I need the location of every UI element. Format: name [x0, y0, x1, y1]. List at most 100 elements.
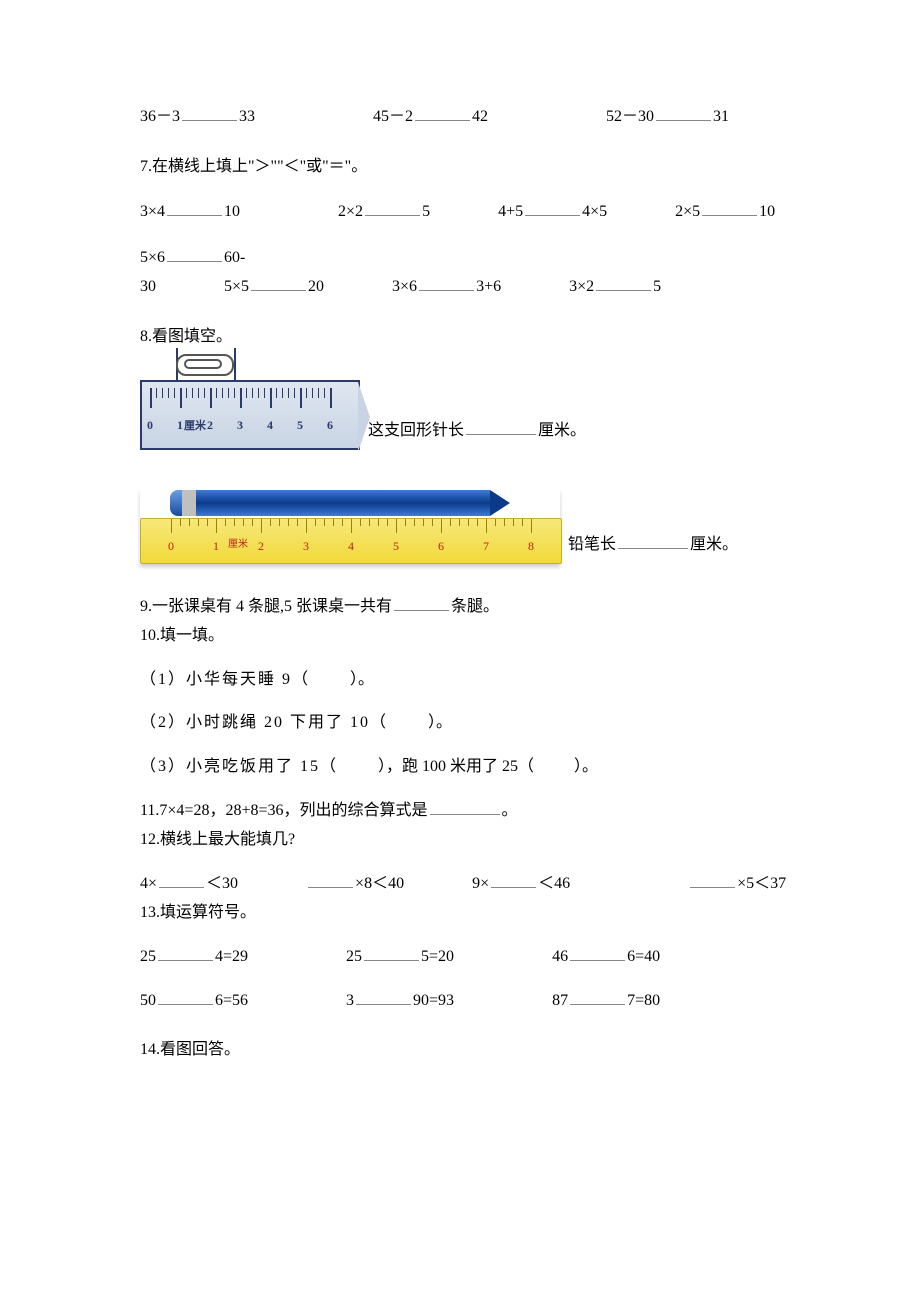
- lhs: 25: [346, 948, 362, 965]
- q6-row: 36－333 45－242 52－3031: [140, 104, 800, 130]
- post: ×8＜40: [355, 875, 404, 892]
- q13-row1: 254=29 25 5=20 466=40: [140, 944, 800, 970]
- fill-blank[interactable]: [466, 418, 536, 435]
- rhs: 3+6: [476, 278, 501, 295]
- q7-row2a: 5×660-: [140, 245, 800, 271]
- lhs: 50: [140, 992, 156, 1009]
- q13-title: 13.填运算符号。: [140, 900, 800, 926]
- fill-blank[interactable]: [415, 104, 470, 121]
- rhs: 7=80: [627, 992, 660, 1009]
- text: ），跑 100 米用了 25（: [378, 758, 534, 775]
- post: ×5＜37: [737, 875, 786, 892]
- fill-blank[interactable]: [308, 871, 353, 888]
- lhs: 3: [346, 992, 354, 1009]
- lhs: 4+5: [498, 203, 523, 220]
- rhs: 42: [472, 108, 488, 125]
- q13-item: 390=93: [346, 988, 454, 1014]
- paperclip-caption: 这支回形针长厘米。: [368, 418, 586, 450]
- q13-item: 466=40: [552, 944, 660, 970]
- fill-blank[interactable]: [167, 245, 222, 262]
- text: ）。: [428, 714, 452, 731]
- rhs: 33: [239, 108, 255, 125]
- fill-blank[interactable]: [702, 199, 757, 216]
- rhs: 10: [759, 203, 775, 220]
- text: （1）小华每天睡 9（: [140, 671, 310, 688]
- pencil-caption: 铅笔长 厘米。: [568, 532, 738, 564]
- ruler-wedge: [358, 382, 370, 452]
- fill-blank[interactable]: [525, 199, 580, 216]
- fill-blank[interactable]: [430, 798, 500, 815]
- fill-blank[interactable]: [618, 532, 688, 549]
- fill-blank[interactable]: [596, 274, 651, 291]
- q6-item-2: 45－2 42: [373, 104, 488, 130]
- fill-blank[interactable]: [159, 871, 204, 888]
- q13-item: 87 7=80: [552, 988, 660, 1014]
- caption-unit: 厘米。: [690, 536, 738, 553]
- text: ）。: [574, 758, 598, 775]
- q11-text: 11.7×4=28，28+8=36，列出的综合算式是: [140, 802, 428, 819]
- lhs: 3×2: [569, 278, 594, 295]
- fill-blank[interactable]: [394, 594, 449, 611]
- ruler-1: 0123456厘米: [140, 380, 360, 450]
- q13-item: 25 5=20: [346, 944, 454, 970]
- q7-row2b: 30 5×520 3×63+6 3×25: [140, 274, 800, 300]
- fill-blank[interactable]: [158, 944, 213, 961]
- fill-blank[interactable]: [365, 199, 420, 216]
- caption-unit: 厘米。: [538, 422, 586, 439]
- q7-item: 2×25: [338, 199, 430, 225]
- q13-item: 254=29: [140, 944, 248, 970]
- q6-item-1: 36－333: [140, 104, 255, 130]
- q12-item: ×8＜40: [306, 871, 404, 897]
- fill-blank[interactable]: [570, 944, 625, 961]
- lhs: 25: [140, 948, 156, 965]
- ruler-2: 012345678厘米: [140, 518, 562, 564]
- fill-blank[interactable]: [570, 988, 625, 1005]
- fill-blank[interactable]: [251, 274, 306, 291]
- lhs: 3×4: [140, 203, 165, 220]
- expr: 45－2: [373, 108, 413, 125]
- caption-text: 铅笔长: [568, 536, 616, 553]
- fill-blank[interactable]: [182, 104, 237, 121]
- rhs: 4×5: [582, 203, 607, 220]
- q10-item-2: （2）小时跳绳 20 下用了 10（）。: [140, 710, 800, 736]
- q11-tail: 。: [502, 802, 518, 819]
- q7-row1: 3×4 10 2×25 4+5 4×5 2×5 10: [140, 199, 800, 225]
- rhs: 31: [713, 108, 729, 125]
- fill-blank[interactable]: [356, 988, 411, 1005]
- rhs: 5: [653, 278, 661, 295]
- q7-item: 5×5 20: [224, 274, 324, 300]
- fill-blank[interactable]: [491, 871, 536, 888]
- fill-blank[interactable]: [656, 104, 711, 121]
- text: （3）小亮吃饭用了 15（: [140, 758, 338, 775]
- lhs: 5×5: [224, 278, 249, 295]
- q7-title: 7.在横线上填上"＞""＜"或"＝"。: [140, 154, 800, 180]
- rhs: 20: [308, 278, 324, 295]
- fill-blank[interactable]: [364, 944, 419, 961]
- q12-row: 4×＜30 ×8＜40 9×＜46 ×5＜37: [140, 871, 800, 897]
- q9-text: 9.一张课桌有 4 条腿,5 张课桌一共有: [140, 598, 392, 615]
- rhs: 60-: [224, 249, 245, 266]
- q11: 11.7×4=28，28+8=36，列出的综合算式是 。: [140, 798, 800, 824]
- lhs: 87: [552, 992, 568, 1009]
- pencil-icon: [170, 490, 510, 516]
- q7-item: 3×63+6: [392, 274, 501, 300]
- q13-row2: 506=56 390=93 877=80: [140, 988, 800, 1014]
- lhs: 2×2: [338, 203, 363, 220]
- rhs: 6=40: [627, 948, 660, 965]
- pencil-ruler-figure: 012345678厘米 铅笔长 厘米。: [140, 490, 800, 564]
- fill-blank[interactable]: [167, 199, 222, 216]
- lhs: 2×5: [675, 203, 700, 220]
- q12-title: 12.横线上最大能填几?: [140, 827, 800, 853]
- pre: 9×: [472, 875, 489, 892]
- pre: 4×: [140, 875, 157, 892]
- q12-item: 9× ＜46: [472, 871, 570, 897]
- fill-blank[interactable]: [158, 988, 213, 1005]
- fill-blank[interactable]: [419, 274, 474, 291]
- text: ）。: [350, 671, 374, 688]
- post: ＜46: [538, 875, 570, 892]
- fill-blank[interactable]: [690, 871, 735, 888]
- q7-item: 3×4 10: [140, 199, 240, 225]
- q12-item: ×5＜37: [688, 871, 786, 897]
- rhs: 10: [224, 203, 240, 220]
- rhs: 5=20: [421, 948, 454, 965]
